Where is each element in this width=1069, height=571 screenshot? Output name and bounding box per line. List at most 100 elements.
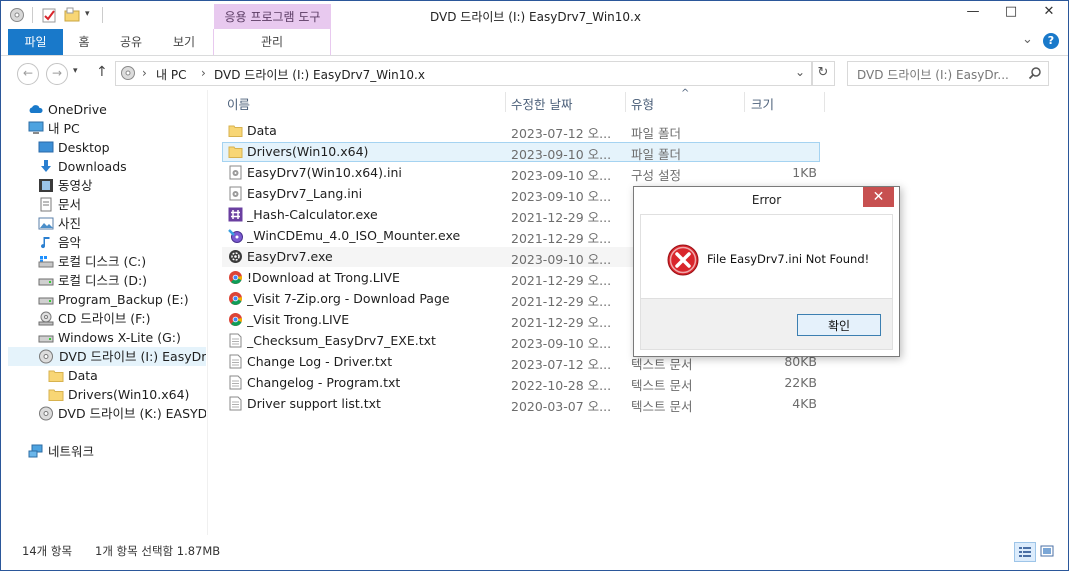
nav-item-documents[interactable]: 문서 <box>38 195 206 214</box>
nav-item-drive-c[interactable]: 로컬 디스크 (C:) <box>38 252 206 271</box>
dvd-drive-icon <box>39 406 53 421</box>
minimize-button[interactable]: — <box>954 1 992 23</box>
nav-item-drive-k[interactable]: DVD 드라이브 (K:) EASYDRV7 <box>38 404 206 423</box>
nav-item-drivers-folder[interactable]: Drivers(Win10.x64) <box>48 385 206 404</box>
nav-item-data-folder[interactable]: Data <box>48 366 206 385</box>
nav-pane-splitter[interactable] <box>207 90 208 535</box>
file-size: 22KB <box>784 375 817 390</box>
nav-item-label: DVD 드라이브 (I:) EasyDrv7_Win10.x <box>59 349 206 364</box>
column-header-size[interactable]: 크기 <box>751 94 774 113</box>
address-dropdown-icon[interactable]: ⌄ <box>795 65 805 79</box>
network-icon <box>28 444 43 458</box>
nav-item-drive-d[interactable]: 로컬 디스크 (D:) <box>38 271 206 290</box>
nav-item-label: Program_Backup (E:) <box>58 292 189 307</box>
tab-manage[interactable]: 관리 <box>213 29 331 55</box>
dialog-close-button[interactable]: ✕ <box>863 187 894 207</box>
ok-button[interactable]: 확인 <box>797 314 881 336</box>
tab-view[interactable]: 보기 <box>159 29 209 55</box>
help-icon[interactable]: ? <box>1043 33 1059 49</box>
music-icon <box>41 237 50 249</box>
nav-item-this-pc[interactable]: 내 PC <box>28 119 206 138</box>
column-divider[interactable] <box>824 92 825 112</box>
folder-icon <box>48 370 64 382</box>
error-dialog: Error ✕ File EasyDrv7.ini Not Found! 확인 <box>633 186 900 357</box>
column-header-name[interactable]: 이름 <box>227 94 250 113</box>
file-name: Driver support list.txt <box>247 396 381 411</box>
tab-file[interactable]: 파일 <box>8 29 63 55</box>
breadcrumb-current[interactable]: DVD 드라이브 (I:) EasyDrv7_Win10.x <box>214 66 425 83</box>
window-title: DVD 드라이브 (I:) EasyDrv7_Win10.x <box>430 10 641 24</box>
nav-item-network[interactable]: 네트워크 <box>28 442 206 461</box>
windows-drive-icon <box>38 256 54 268</box>
up-button[interactable]: ↑ <box>96 64 108 80</box>
breadcrumb-separator[interactable]: › <box>142 66 147 80</box>
properties-icon[interactable] <box>41 7 57 23</box>
nav-item-label: Data <box>68 368 98 383</box>
folder-icon <box>228 146 243 158</box>
file-row[interactable]: Changelog - Program.txt 2022-10-28 오... … <box>222 373 820 393</box>
file-row[interactable]: Driver support list.txt 2020-03-07 오... … <box>222 394 820 414</box>
column-header-date[interactable]: 수정한 날짜 <box>511 94 572 113</box>
file-size: 1KB <box>792 165 817 180</box>
sort-ascending-icon: ^ <box>681 88 690 99</box>
column-divider[interactable] <box>744 92 745 112</box>
nav-item-pictures[interactable]: 사진 <box>38 214 206 233</box>
file-date: 2022-10-28 오... <box>511 378 612 393</box>
text-file-icon <box>229 375 242 390</box>
refresh-button[interactable]: ↻ <box>811 61 835 86</box>
tab-home[interactable]: 홈 <box>65 29 103 55</box>
nav-item-drive-f[interactable]: CD 드라이브 (F:) <box>38 309 206 328</box>
column-divider[interactable] <box>625 92 626 112</box>
nav-item-videos[interactable]: 동영상 <box>38 176 206 195</box>
this-pc-icon <box>28 121 44 134</box>
ribbon-collapse-icon[interactable]: ⌄ <box>1022 32 1033 47</box>
file-name: _WinCDEmu_4.0_ISO_Mounter.exe <box>247 228 461 243</box>
nav-item-drive-g[interactable]: Windows X-Lite (G:) <box>38 328 206 347</box>
close-button[interactable]: ✕ <box>1030 1 1068 23</box>
nav-item-onedrive[interactable]: OneDrive <box>28 100 206 119</box>
maximize-button[interactable]: □ <box>992 1 1030 23</box>
new-folder-icon[interactable] <box>64 7 80 23</box>
column-header-type[interactable]: 유형 <box>631 94 654 113</box>
address-bar[interactable]: › 내 PC › DVD 드라이브 (I:) EasyDrv7_Win10.x … <box>115 61 813 86</box>
file-row[interactable]: Data 2023-07-12 오... 파일 폴더 <box>222 121 820 141</box>
dvd-drive-icon[interactable] <box>9 7 25 23</box>
file-type: 파일 폴더 <box>631 147 681 162</box>
breadcrumb-this-pc[interactable]: 내 PC <box>156 66 186 83</box>
large-icons-view-button[interactable] <box>1037 542 1057 560</box>
ribbon-tabs: 파일 홈 공유 보기 관리 ⌄ ? <box>1 29 1068 56</box>
chrome-link-icon <box>229 271 242 284</box>
forward-button[interactable]: → <box>46 63 68 85</box>
column-divider[interactable] <box>505 92 506 112</box>
file-date: 2023-07-12 오... <box>511 357 612 372</box>
text-file-icon <box>229 333 242 348</box>
recent-locations-icon[interactable]: ▾ <box>73 66 78 76</box>
easydrv-icon <box>229 250 242 263</box>
search-icon[interactable] <box>1028 66 1042 80</box>
nav-item-downloads[interactable]: Downloads <box>38 157 206 176</box>
text-file-icon <box>229 354 242 369</box>
file-name: Change Log - Driver.txt <box>247 354 393 369</box>
settings-file-icon <box>229 165 242 180</box>
file-row-selected[interactable]: Drivers(Win10.x64) 2023-09-10 오... 파일 폴더 <box>222 142 820 162</box>
breadcrumb-separator[interactable]: › <box>201 66 206 80</box>
folder-icon <box>48 389 64 401</box>
nav-item-drive-i[interactable]: DVD 드라이브 (I:) EasyDrv7_Win10.x <box>8 347 206 366</box>
file-date: 2023-09-10 오... <box>511 189 612 204</box>
file-size: 4KB <box>792 396 817 411</box>
file-name: Drivers(Win10.x64) <box>247 144 369 159</box>
file-name: EasyDrv7_Lang.ini <box>247 186 363 201</box>
cd-drive-icon <box>38 311 54 326</box>
dialog-footer: 확인 <box>640 298 893 350</box>
nav-item-music[interactable]: 음악 <box>38 233 206 252</box>
details-view-button[interactable] <box>1014 542 1036 562</box>
tab-share[interactable]: 공유 <box>109 29 153 55</box>
file-row[interactable]: EasyDrv7(Win10.x64).ini 2023-09-10 오... … <box>222 163 820 183</box>
nav-item-drive-e[interactable]: Program_Backup (E:) <box>38 290 206 309</box>
back-button[interactable]: ← <box>17 63 39 85</box>
nav-item-desktop[interactable]: Desktop <box>38 138 206 157</box>
search-box[interactable]: DVD 드라이브 (I:) EasyDr... <box>847 61 1049 86</box>
drive-icon <box>38 278 54 286</box>
qat-customize-icon[interactable]: ▾ <box>85 9 90 19</box>
file-name: _Visit 7-Zip.org - Download Page <box>247 291 450 306</box>
